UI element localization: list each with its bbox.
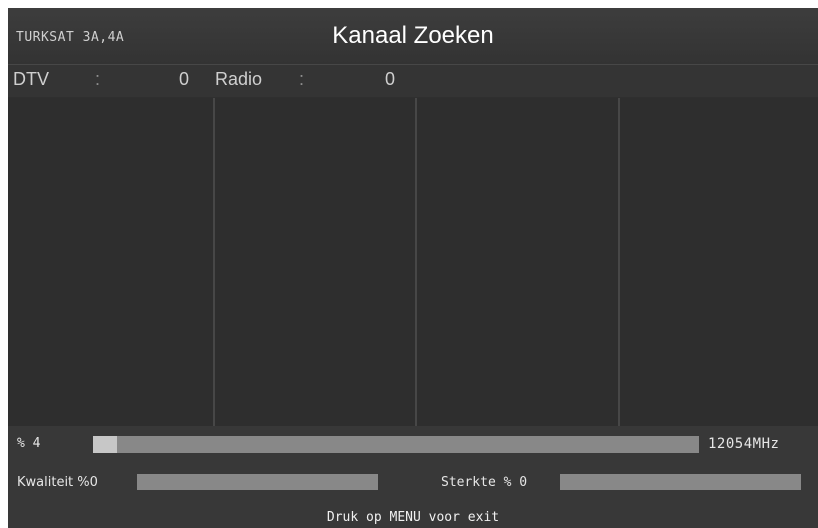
- dtv-separator: :: [95, 69, 101, 89]
- dtv-count: 0: [179, 69, 190, 89]
- channel-count-row: DTV : 0 Radio : 0: [8, 65, 818, 97]
- page-title: Kanaal Zoeken: [332, 22, 494, 49]
- radio-count: 0: [385, 69, 396, 89]
- scan-progress-bar: [93, 436, 699, 453]
- channel-list-column-1: [8, 98, 215, 426]
- channel-list-column-2: [215, 98, 417, 426]
- channel-list-column-4: [620, 98, 818, 426]
- radio-label: Radio: [215, 69, 263, 89]
- signal-quality-bar: [137, 474, 378, 490]
- dtv-label: DTV: [13, 69, 49, 89]
- header-bar: TURKSAT 3A,4A Kanaal Zoeken: [8, 8, 818, 65]
- scan-frequency: 12054MHz: [708, 436, 780, 452]
- channel-list-column-3: [417, 98, 620, 426]
- channel-search-screen: TURKSAT 3A,4A Kanaal Zoeken DTV : 0 Radi…: [8, 8, 818, 528]
- found-channels-area: [8, 98, 818, 426]
- signal-strength-label: Sterkte % 0: [441, 475, 528, 490]
- exit-hint: Druk op MENU voor exit: [326, 510, 500, 525]
- signal-quality-label: Kwaliteit %0: [17, 475, 98, 490]
- scan-progress-label: % 4: [17, 436, 41, 451]
- scan-progress-fill: [93, 436, 118, 453]
- signal-strength-bar: [560, 474, 801, 490]
- scan-status-panel: % 4 12054MHz Kwaliteit %0 Sterkte % 0 Dr…: [8, 426, 818, 528]
- radio-separator: :: [299, 69, 305, 89]
